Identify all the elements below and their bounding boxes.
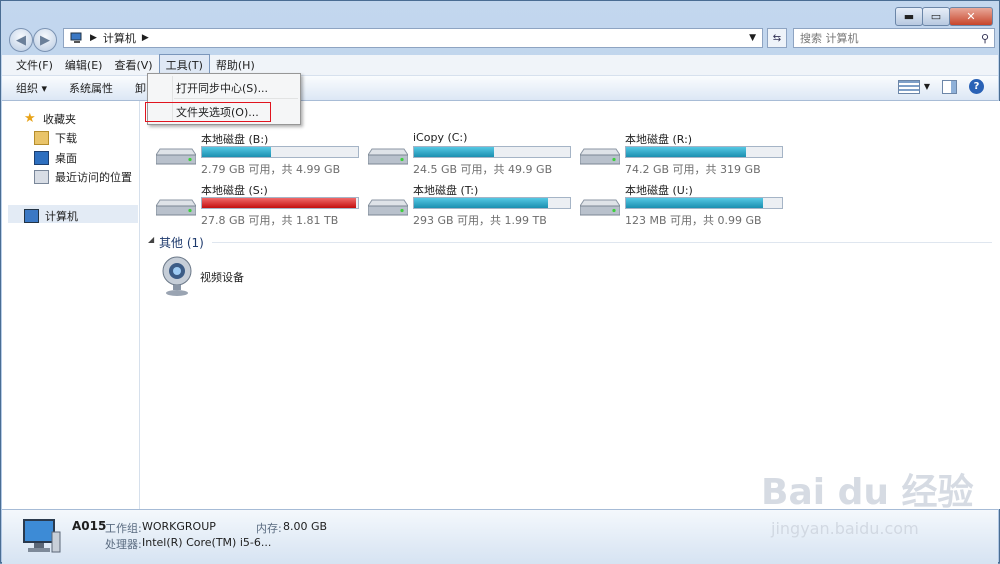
computer-icon	[23, 519, 61, 553]
drive-name: iCopy (C:)	[413, 131, 468, 144]
hard-drive-icon	[580, 199, 620, 216]
search-icon[interactable]: ⚲	[981, 32, 989, 45]
address-row: ◀ ▶ ▶ 计算机 ▶ ▼ ⇆ 搜索 计算机 ⚲	[7, 27, 995, 53]
drive-item[interactable]: 本地磁盘 (T:) 293 GB 可用，共 1.99 TB	[368, 182, 598, 228]
view-dropdown-icon[interactable]: ▼	[924, 82, 930, 91]
workgroup-label: 工作组:	[105, 522, 142, 535]
drive-item[interactable]: 本地磁盘 (U:) 123 MB 可用，共 0.99 GB	[580, 182, 810, 228]
maximize-button[interactable]: ▭	[922, 7, 950, 26]
collapse-arrow-icon[interactable]: ◢	[148, 235, 154, 244]
drive-usage-bar	[413, 146, 571, 158]
sidebar-label: 最近访问的位置	[55, 171, 132, 184]
recent-places-icon	[34, 170, 49, 184]
uninstall-button-partial[interactable]: 卸	[135, 80, 146, 96]
refresh-button[interactable]: ⇆	[767, 28, 787, 48]
group-header-other[interactable]: 其他 (1)	[159, 234, 204, 251]
computer-icon	[70, 32, 82, 43]
drive-item[interactable]: 本地磁盘 (B:) 2.79 GB 可用，共 4.99 GB	[156, 131, 386, 177]
desktop-icon	[34, 151, 49, 165]
sidebar-item-computer[interactable]: 计算机	[24, 208, 78, 224]
breadcrumb-separator-icon[interactable]: ▶	[90, 33, 97, 43]
menu-file[interactable]: 文件(F)	[10, 55, 59, 75]
computer-icon	[24, 209, 39, 223]
star-icon: ★	[24, 111, 36, 126]
drive-space-info: 27.8 GB 可用，共 1.81 TB	[201, 214, 339, 227]
view-options-icon[interactable]	[897, 79, 920, 94]
organize-button[interactable]: 组织 ▾	[16, 80, 47, 96]
address-bar[interactable]: ▶ 计算机 ▶ ▼	[63, 28, 763, 48]
processor-label: 处理器:	[105, 538, 142, 551]
menu-item-sync-center[interactable]: 打开同步中心(S)...	[176, 80, 268, 96]
baidu-watermark-logo: Bai du 经验	[761, 472, 974, 513]
hard-drive-icon	[368, 199, 408, 216]
drive-space-info: 293 GB 可用，共 1.99 TB	[413, 214, 547, 227]
drive-usage-bar	[201, 146, 359, 158]
hard-drive-icon	[368, 148, 408, 165]
breadcrumb-computer[interactable]: 计算机	[103, 30, 136, 46]
drive-usage-bar	[413, 197, 571, 209]
memory-label: 内存:	[256, 522, 282, 535]
explorer-window: ▬ ▭ ✕ ◀ ▶ ▶ 计算机 ▶ ▼ ⇆ 搜索 计算机 ⚲ 文件(F) 编辑(…	[0, 0, 1000, 564]
memory-value: 8.00 GB	[283, 520, 328, 533]
hard-drive-icon	[156, 148, 196, 165]
drive-space-info: 24.5 GB 可用，共 49.9 GB	[413, 163, 553, 176]
menu-edit[interactable]: 编辑(E)	[59, 55, 109, 75]
drive-name: 本地磁盘 (S:)	[201, 184, 268, 197]
drive-usage-bar	[625, 197, 783, 209]
breadcrumb-separator-icon[interactable]: ▶	[142, 33, 149, 43]
minimize-button[interactable]: ▬	[895, 7, 923, 26]
sidebar-label: 计算机	[45, 210, 78, 223]
sidebar-item-favorites[interactable]: ★ 收藏夹	[24, 111, 76, 127]
drive-name: 本地磁盘 (B:)	[201, 133, 269, 146]
preview-pane-icon[interactable]	[942, 79, 957, 94]
sidebar-label: 下载	[55, 132, 77, 145]
drive-name: 本地磁盘 (U:)	[625, 184, 693, 197]
drive-space-info: 123 MB 可用，共 0.99 GB	[625, 214, 762, 227]
back-button[interactable]: ◀	[9, 28, 33, 52]
sidebar-label: 桌面	[55, 152, 77, 165]
close-button[interactable]: ✕	[949, 7, 993, 26]
workgroup-value: WORKGROUP	[142, 520, 216, 533]
drive-space-info: 2.79 GB 可用，共 4.99 GB	[201, 163, 341, 176]
search-placeholder: 搜索 计算机	[800, 32, 859, 45]
system-properties-button[interactable]: 系统属性	[69, 80, 113, 96]
sidebar-item-downloads[interactable]: 下载	[34, 130, 77, 146]
downloads-folder-icon	[34, 131, 49, 145]
menu-help[interactable]: 帮助(H)	[210, 55, 261, 75]
drive-usage-bar	[201, 197, 359, 209]
content-pane: 本地磁盘 (B:) 2.79 GB 可用，共 4.99 GB iCopy (C:) 2…	[140, 101, 1000, 509]
navigation-pane: ★ 收藏夹 下载 桌面 最近访问的位置 计算机	[2, 101, 140, 509]
drive-item[interactable]: 本地磁盘 (R:) 74.2 GB 可用，共 319 GB	[580, 131, 810, 177]
search-input[interactable]: 搜索 计算机 ⚲	[793, 28, 995, 48]
annotation-highlight-box	[145, 102, 271, 122]
caption-buttons: ▬ ▭ ✕	[895, 7, 993, 26]
drive-item[interactable]: 本地磁盘 (S:) 27.8 GB 可用，共 1.81 TB	[156, 182, 386, 228]
drive-name: 本地磁盘 (T:)	[413, 184, 479, 197]
address-dropdown-icon[interactable]: ▼	[749, 33, 756, 43]
drive-item[interactable]: iCopy (C:) 24.5 GB 可用，共 49.9 GB	[368, 131, 598, 177]
hard-drive-icon	[580, 148, 620, 165]
help-icon[interactable]: ?	[969, 79, 984, 94]
forward-button[interactable]: ▶	[33, 28, 57, 52]
hard-drive-icon	[156, 199, 196, 216]
drive-name: 本地磁盘 (R:)	[625, 133, 693, 146]
menu-view[interactable]: 查看(V)	[108, 55, 158, 75]
sidebar-item-desktop[interactable]: 桌面	[34, 150, 77, 166]
baidu-watermark-url: jingyan.baidu.com	[771, 519, 919, 538]
drive-space-info: 74.2 GB 可用，共 319 GB	[625, 163, 761, 176]
sidebar-label: 收藏夹	[43, 113, 76, 126]
computer-name: A015	[72, 519, 107, 533]
group-divider	[212, 242, 992, 243]
webcam-icon[interactable]	[160, 255, 194, 297]
processor-value: Intel(R) Core(TM) i5-6...	[142, 536, 272, 549]
sidebar-item-recent[interactable]: 最近访问的位置	[34, 169, 132, 185]
drive-usage-bar	[625, 146, 783, 158]
video-device-label[interactable]: 视频设备	[200, 269, 244, 285]
